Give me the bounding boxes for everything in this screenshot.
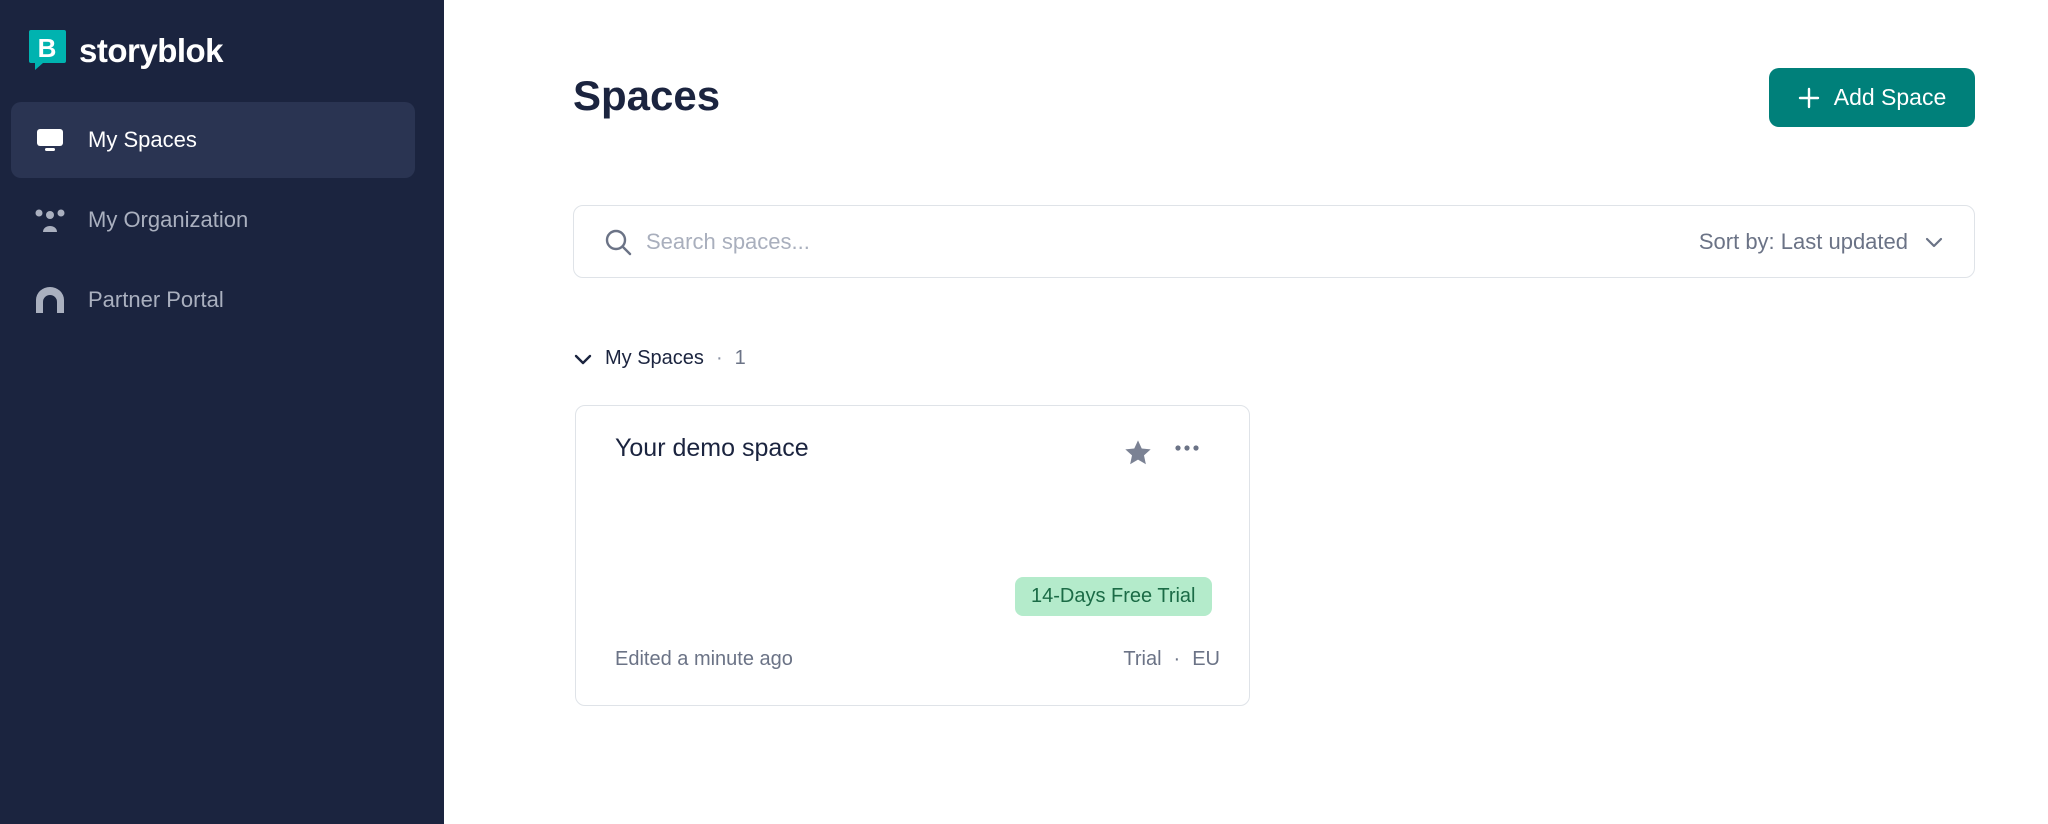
section-toggle-my-spaces[interactable]: My Spaces · 1: [573, 347, 746, 370]
space-title: Your demo space: [615, 434, 809, 462]
portal-icon: [35, 285, 65, 315]
page-title: Spaces: [573, 72, 721, 119]
brand-name: storyblok: [79, 31, 224, 69]
plus-icon: [1798, 87, 1820, 109]
add-space-label: Add Space: [1833, 84, 1947, 110]
storyblok-logo[interactable]: B storyblok: [29, 30, 224, 71]
more-options-icon[interactable]: [1175, 444, 1199, 452]
sidebar-item-my-spaces[interactable]: My Spaces: [11, 102, 415, 178]
search-input[interactable]: [646, 228, 1546, 255]
section-label: My Spaces: [605, 347, 704, 369]
svg-text:B: B: [38, 33, 57, 63]
sidebar-item-partner-portal[interactable]: Partner Portal: [11, 262, 415, 338]
star-icon[interactable]: [1122, 437, 1154, 469]
monitor-icon: [35, 125, 65, 155]
sidebar: B storyblok My Spaces My Organization Pa…: [0, 0, 444, 824]
sort-dropdown[interactable]: Sort by: Last updated: [1699, 206, 1944, 277]
trial-badge: 14-Days Free Trial: [1015, 577, 1212, 616]
main-content: Spaces Add Space Sort by: Last updated: [444, 0, 2048, 824]
edited-timestamp: Edited a minute ago: [615, 648, 793, 670]
search-bar: Sort by: Last updated: [573, 205, 1975, 278]
section-count: 1: [734, 347, 746, 369]
search-icon: [604, 228, 632, 256]
chevron-down-icon: [573, 349, 593, 369]
sidebar-item-label: My Organization: [88, 207, 249, 232]
sidebar-item-label: My Spaces: [88, 127, 197, 152]
plan-label: Trial: [1123, 648, 1162, 670]
storyblok-logo-icon: B: [29, 30, 66, 71]
people-icon: [35, 205, 65, 235]
region-label: EU: [1192, 648, 1220, 670]
space-card[interactable]: Your demo space 14-Days Free Trial Edite…: [575, 405, 1250, 706]
sort-label: Sort by: Last updated: [1698, 228, 1908, 254]
sidebar-item-my-organization[interactable]: My Organization: [11, 182, 415, 258]
space-meta: Trial · EU: [1123, 648, 1220, 671]
section-separator: ·: [715, 347, 723, 369]
add-space-button[interactable]: Add Space: [1769, 68, 1975, 127]
sidebar-item-label: Partner Portal: [88, 287, 224, 312]
chevron-down-icon: [1924, 232, 1944, 252]
meta-separator: ·: [1173, 648, 1181, 670]
